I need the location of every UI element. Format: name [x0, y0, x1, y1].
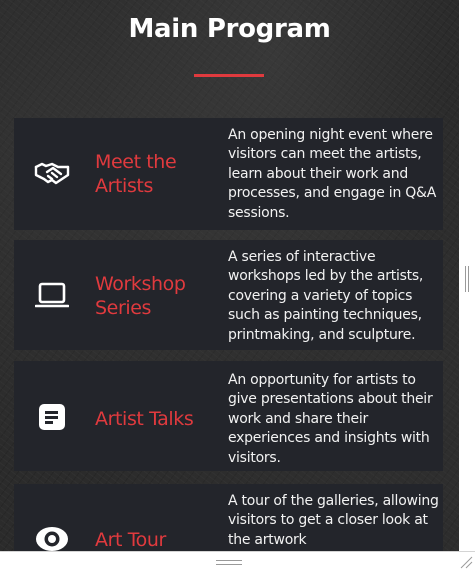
program-card-description: An opportunity for artists to give prese… [228, 372, 433, 466]
program-card-art-tour: Art Tour A tour of the galleries, allowi… [14, 484, 443, 551]
eye-icon [32, 519, 72, 551]
title-underline [194, 74, 264, 77]
document-icon [32, 397, 72, 437]
main-program-section: Main Program Meet the Artists An opening… [0, 0, 459, 551]
horizontal-resize-bar[interactable] [0, 551, 475, 571]
program-card-title: Art Tour [95, 529, 166, 551]
program-card-description: A series of interactive workshops led by… [228, 249, 424, 343]
program-card-description: A tour of the galleries, allowing visito… [228, 493, 439, 548]
program-card-description: An opening night event where visitors ca… [228, 127, 437, 221]
horizontal-resize-grip-icon[interactable] [216, 560, 242, 565]
program-card-title: Artist Talks [95, 408, 194, 430]
handshake-icon [32, 153, 72, 193]
program-card-workshop-series: Workshop Series A series of interactive … [14, 240, 443, 350]
program-card-title: Meet the Artists [95, 151, 177, 197]
page-title: Main Program [128, 14, 331, 44]
vertical-resize-handle[interactable] [465, 266, 469, 292]
program-card-artist-talks: Artist Talks An opportunity for artists … [14, 361, 443, 471]
laptop-icon [32, 275, 72, 315]
program-card-title: Workshop Series [95, 273, 186, 319]
program-card-meet-the-artists: Meet the Artists An opening night event … [14, 118, 443, 230]
resize-corner-icon[interactable] [455, 551, 473, 569]
